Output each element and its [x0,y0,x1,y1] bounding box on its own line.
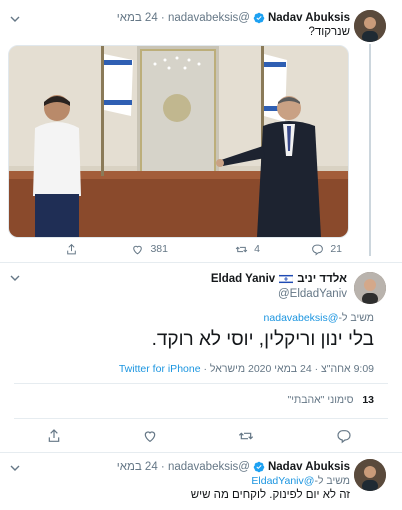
author-handle[interactable]: @nadavabeksis [168,461,250,473]
tweet-text: בלי ינון וריקלין, יוסי לא רוקד. [151,329,374,350]
tweet-action-bar: 21 4 381 [0,241,402,257]
share-button[interactable] [46,428,62,444]
like-icon [144,431,156,443]
author-avatar[interactable] [354,272,386,304]
retweet-count: 4 [254,243,260,255]
tweet-original[interactable]: Nadav Abuksis @nadavabeksis · 24 במאי שנ… [0,0,402,262]
reply-context: משיב ל- @EldadYaniv [251,473,350,489]
reply-button[interactable] [336,428,352,444]
retweet-icon [238,432,254,440]
author-name-latin[interactable]: Eldad Yaniv [211,273,275,285]
chevron-down-icon[interactable] [10,463,20,473]
tweet-thread-view: Nadav Abuksis @nadavabeksis · 24 במאי שנ… [0,0,402,510]
retweet-button[interactable] [238,428,254,444]
likes-count: 13 [362,394,374,406]
author-avatar[interactable] [354,10,386,42]
tweet-header: אלדד יניב Eldad Yaniv [211,271,347,287]
likes-summary[interactable]: 13 סימוני "אהבתי" [288,394,375,406]
separator-dot: · [311,363,322,375]
separator-dot: · [157,12,168,24]
like-icon [133,245,143,254]
tweet-focused: אלדד יניב Eldad Yaniv @EldadYaniv משיב ל… [0,263,402,453]
author-handle[interactable]: @EldadYaniv [278,288,347,300]
like-button[interactable]: 381 [131,243,168,256]
author-name[interactable]: Nadav Abuksis [268,461,350,473]
tweet-handle-line: @EldadYaniv [278,286,347,302]
chevron-down-icon[interactable] [10,14,20,24]
reply-prefix: משיב ל- [314,475,350,487]
tweet-client[interactable]: Twitter for iPhone [119,363,201,375]
reply-to-link[interactable]: @EldadYaniv [251,475,314,487]
israel-flag-icon [279,274,294,284]
tweet-time[interactable]: 9:09 אחה"צ [321,363,374,375]
divider [14,383,388,384]
tweet-meta: 9:09 אחה"צ · 24 במאי 2020 מישראל · Twitt… [119,361,374,377]
reply-icon [312,244,324,255]
likes-label: סימוני "אהבתי" [287,394,354,406]
share-icon [48,429,60,442]
tweet-text: זה לא יום לפינוק. לוקחים מה שיש [190,489,350,501]
tweet-date[interactable]: 24 במאי [117,12,158,24]
separator-dot: · [157,461,168,473]
tweet-action-bar [0,421,402,451]
chevron-down-icon[interactable] [10,273,20,283]
author-handle[interactable]: @nadavabeksis [168,12,250,24]
reply-count: 21 [330,243,342,255]
tweet-header: Nadav Abuksis @nadavabeksis · 24 במאי [117,10,350,26]
thread-connector-line [369,44,371,256]
retweet-icon [235,246,248,252]
verified-badge-icon [253,12,265,24]
like-button[interactable] [142,428,158,444]
tweet-date[interactable]: 24 במאי [117,461,158,473]
separator-dot: · [200,363,210,375]
tweet-photo[interactable] [8,45,349,238]
retweet-button[interactable]: 4 [235,243,260,256]
author-name[interactable]: אלדד יניב [297,273,347,285]
like-count: 381 [150,243,168,255]
tweet-reply[interactable]: Nadav Abuksis @nadavabeksis · 24 במאי מש… [0,453,402,510]
reply-context: משיב ל- @nadavabeksis [264,310,374,326]
share-button[interactable] [65,243,78,256]
author-avatar[interactable] [354,459,386,491]
tweet-text: שנרקוד? [308,26,350,38]
tweet-full-date[interactable]: 24 במאי 2020 [248,363,312,375]
reply-button[interactable]: 21 [311,243,342,256]
reply-prefix: משיב ל- [338,312,374,324]
author-name[interactable]: Nadav Abuksis [268,12,350,24]
reply-to-link[interactable]: @nadavabeksis [264,312,339,324]
tweet-location: מישראל [209,363,246,375]
reply-icon [337,430,351,444]
verified-badge-icon [253,461,265,473]
share-icon [67,243,76,254]
divider [14,418,388,419]
